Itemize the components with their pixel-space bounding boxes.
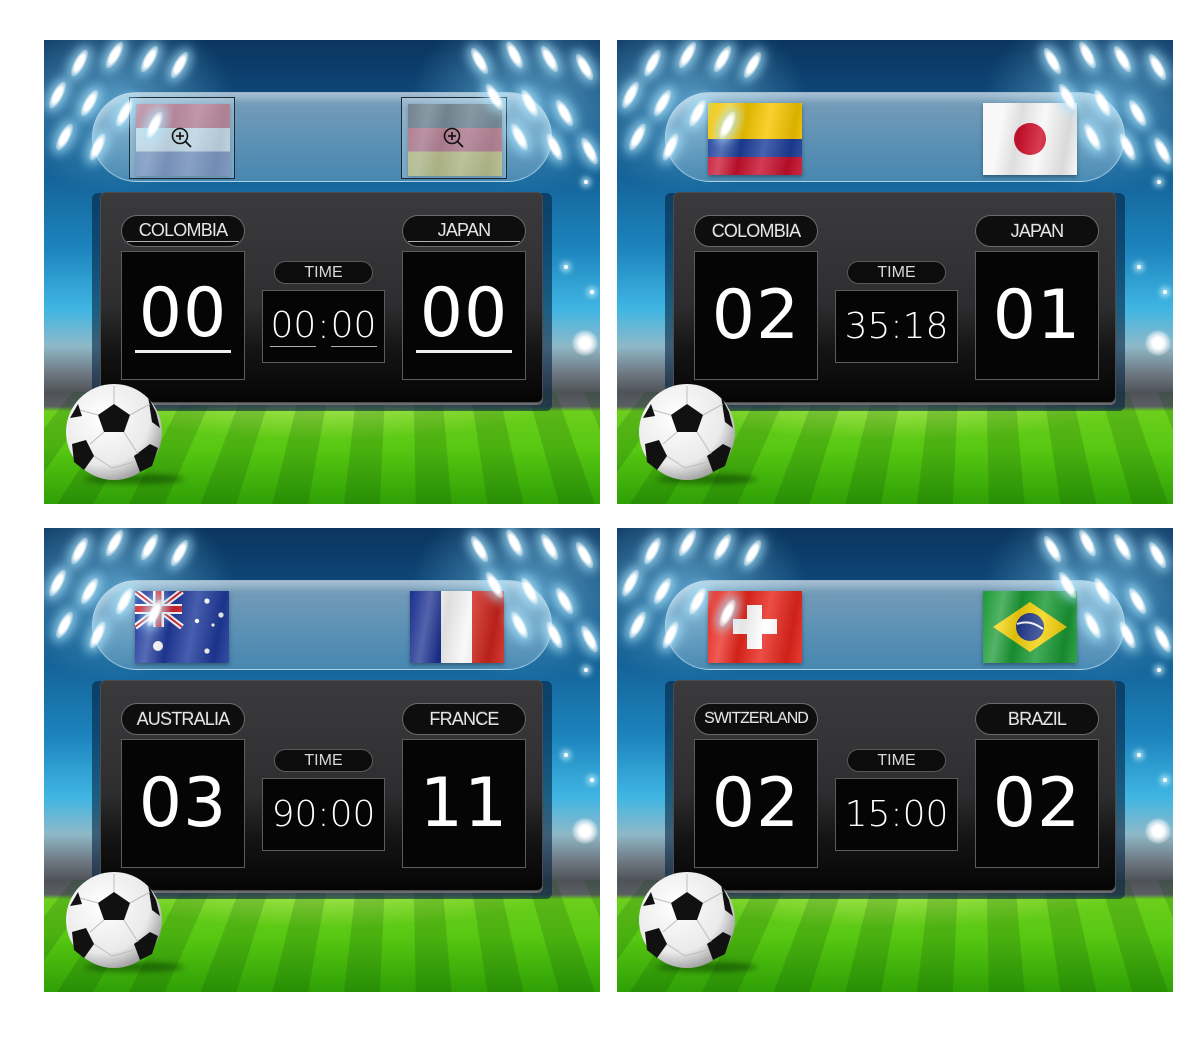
stadium-side-light xyxy=(1145,330,1171,356)
home-score: 02 xyxy=(694,739,818,868)
scoreboard-panel: AUSTRALIA FRANCE 03 TIME 90:00 11 xyxy=(44,528,600,992)
away-score: 01 xyxy=(975,251,1099,380)
home-score: 03 xyxy=(121,739,245,868)
away-team-name: FRANCE xyxy=(402,703,526,735)
sparkle xyxy=(590,290,594,294)
home-team-name-input[interactable] xyxy=(127,220,239,242)
away-score-input[interactable] xyxy=(416,278,512,353)
zoom-in-icon[interactable] xyxy=(170,126,194,150)
stadium-side-light xyxy=(1145,818,1171,844)
stadium-side-light xyxy=(572,818,598,844)
home-flag-picker[interactable] xyxy=(129,97,235,179)
sparkle xyxy=(1157,180,1161,184)
scoreboard: AUSTRALIA FRANCE 03 TIME 90:00 11 xyxy=(100,680,543,891)
soccer-ball-icon xyxy=(66,872,162,968)
away-team-name: BRAZIL xyxy=(975,703,1099,735)
soccer-ball-icon xyxy=(639,872,735,968)
away-score-box xyxy=(402,251,526,380)
match-time: 90:00 xyxy=(262,778,385,851)
sparkle xyxy=(1137,265,1141,269)
home-score-input[interactable] xyxy=(135,278,231,353)
match-time: 35:18 xyxy=(835,290,958,363)
away-team-pill xyxy=(402,215,526,247)
scoreboard: TIME : xyxy=(100,192,543,403)
sparkle xyxy=(584,668,588,672)
home-team-name: SWITZERLAND xyxy=(694,703,818,735)
sparkle xyxy=(564,753,568,757)
match-time: 15:00 xyxy=(835,778,958,851)
sparkle xyxy=(564,265,568,269)
time-box: : xyxy=(262,290,385,363)
away-team-name: JAPAN xyxy=(975,215,1099,247)
away-score: 02 xyxy=(975,739,1099,868)
time-label: TIME xyxy=(274,749,373,772)
away-flag-picker[interactable] xyxy=(401,97,507,179)
away-flag xyxy=(410,591,504,663)
sparkle xyxy=(1137,753,1141,757)
scoreboard: SWITZERLAND BRAZIL 02 TIME 15:00 02 xyxy=(673,680,1116,891)
scoreboard-panel: COLOMBIA JAPAN 02 TIME 35:18 01 xyxy=(617,40,1173,504)
time-minutes-input[interactable] xyxy=(270,306,317,347)
zoom-in-icon[interactable] xyxy=(442,126,466,150)
home-score-box xyxy=(121,251,245,380)
home-team-pill xyxy=(121,215,245,247)
time-label: TIME xyxy=(274,261,373,284)
soccer-ball-icon xyxy=(639,384,735,480)
home-team-name: AUSTRALIA xyxy=(121,703,245,735)
sparkle xyxy=(1163,778,1167,782)
away-score: 11 xyxy=(402,739,526,868)
scoreboard-panel: SWITZERLAND BRAZIL 02 TIME 15:00 02 xyxy=(617,528,1173,992)
home-team-name: COLOMBIA xyxy=(694,215,818,247)
scoreboard: COLOMBIA JAPAN 02 TIME 35:18 01 xyxy=(673,192,1116,403)
time-seconds-input[interactable] xyxy=(330,306,377,347)
sparkle xyxy=(590,778,594,782)
sparkle xyxy=(1157,668,1161,672)
sparkle xyxy=(1163,290,1167,294)
away-flag xyxy=(983,103,1077,175)
home-score: 02 xyxy=(694,251,818,380)
time-separator: : xyxy=(317,306,330,347)
time-label: TIME xyxy=(847,749,946,772)
soccer-ball-icon xyxy=(66,384,162,480)
sparkle xyxy=(584,180,588,184)
away-team-name-input[interactable] xyxy=(408,220,520,242)
stadium-side-light xyxy=(572,330,598,356)
time-label: TIME xyxy=(847,261,946,284)
away-flag xyxy=(983,591,1077,663)
scoreboard-panel-editor: TIME : xyxy=(44,40,600,504)
